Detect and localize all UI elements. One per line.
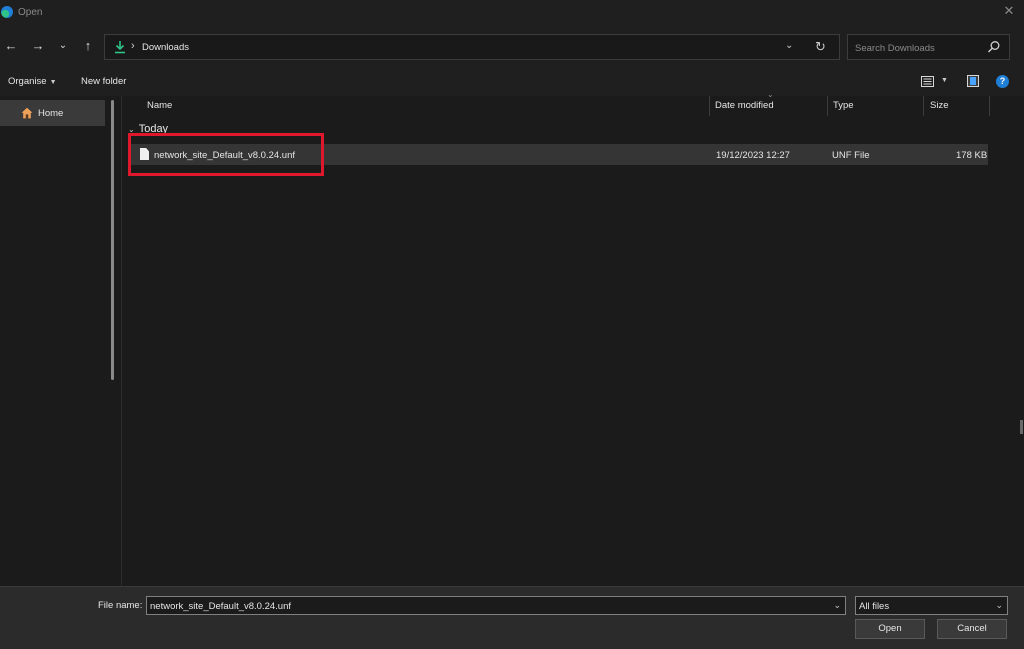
sidebar-item-label: Home (38, 108, 64, 119)
title-bar: Open ✕ (0, 0, 1024, 26)
organise-menu-button[interactable]: Organise ▼ (8, 76, 57, 87)
dialog-footer: File name: network_site_Default_v8.0.24.… (0, 586, 1024, 649)
up-arrow-icon[interactable]: ↑ (80, 38, 96, 54)
open-button[interactable]: Open (855, 619, 925, 639)
refresh-icon[interactable]: ↻ (815, 39, 826, 55)
close-icon[interactable]: ✕ (1002, 4, 1016, 18)
help-icon[interactable]: ? (996, 75, 1009, 88)
sidebar-item-home[interactable]: Home (0, 100, 105, 126)
column-divider[interactable] (989, 96, 990, 116)
recent-locations-chevron-icon[interactable]: ⌄ (55, 38, 71, 54)
file-date-modified: 19/12/2023 12:27 (716, 150, 790, 161)
breadcrumb-downloads[interactable]: Downloads (142, 42, 189, 53)
search-input[interactable]: Search Downloads (855, 43, 935, 54)
file-type: UNF File (832, 150, 870, 161)
file-name-label: File name: (98, 600, 143, 611)
new-folder-button[interactable]: New folder (81, 76, 126, 87)
file-type-value: All files (859, 601, 890, 612)
change-view-icon[interactable] (921, 76, 934, 87)
window-edge-scroll-indicator (1020, 420, 1023, 434)
breadcrumb-separator-icon: › (131, 40, 135, 52)
file-type-chevron-icon[interactable]: ⌄ (995, 600, 1003, 611)
file-size: 178 KB (956, 150, 988, 161)
navigation-pane: Home (0, 96, 121, 586)
sidebar-scrollbar[interactable] (111, 100, 114, 380)
forward-arrow-icon[interactable]: → (30, 38, 46, 54)
file-type-select[interactable]: All files ⌄ (855, 596, 1008, 615)
view-options-caret-icon[interactable]: ▼ (941, 77, 948, 84)
edge-app-icon (1, 6, 13, 18)
column-header-size[interactable]: Size (930, 100, 948, 111)
sort-caret-icon: ⌄ (767, 90, 774, 99)
address-bar[interactable]: › Downloads ⌄ ↻ (104, 34, 840, 60)
organise-caret-icon: ▼ (49, 79, 57, 86)
navigation-bar: ← → ⌄ ↑ › Downloads ⌄ ↻ Search Downloads (0, 26, 1024, 68)
file-name-value[interactable]: network_site_Default_v8.0.24.unf (150, 601, 291, 612)
window-title: Open (18, 7, 43, 18)
cancel-button[interactable]: Cancel (937, 619, 1007, 639)
back-arrow-icon[interactable]: ← (3, 38, 19, 54)
annotation-highlight-box (128, 133, 324, 176)
address-history-chevron-icon[interactable]: ⌄ (785, 40, 793, 51)
column-header-type[interactable]: Type (833, 100, 854, 111)
column-header-date-modified[interactable]: Date modified (715, 100, 774, 111)
search-box[interactable]: Search Downloads (847, 34, 1010, 60)
column-divider[interactable] (827, 96, 828, 116)
column-divider[interactable] (709, 96, 710, 116)
column-divider[interactable] (923, 96, 924, 116)
command-toolbar: Organise ▼ New folder ▼ ? (0, 68, 1024, 96)
file-name-dropdown-chevron-icon[interactable]: ⌄ (833, 600, 841, 611)
organise-label: Organise (8, 76, 47, 87)
column-header-name[interactable]: Name (147, 100, 172, 111)
preview-pane-icon[interactable] (967, 75, 979, 87)
file-name-field[interactable]: network_site_Default_v8.0.24.unf ⌄ (146, 596, 846, 615)
downloads-folder-icon (115, 41, 125, 54)
home-icon (21, 107, 33, 119)
search-icon[interactable] (987, 40, 1001, 54)
